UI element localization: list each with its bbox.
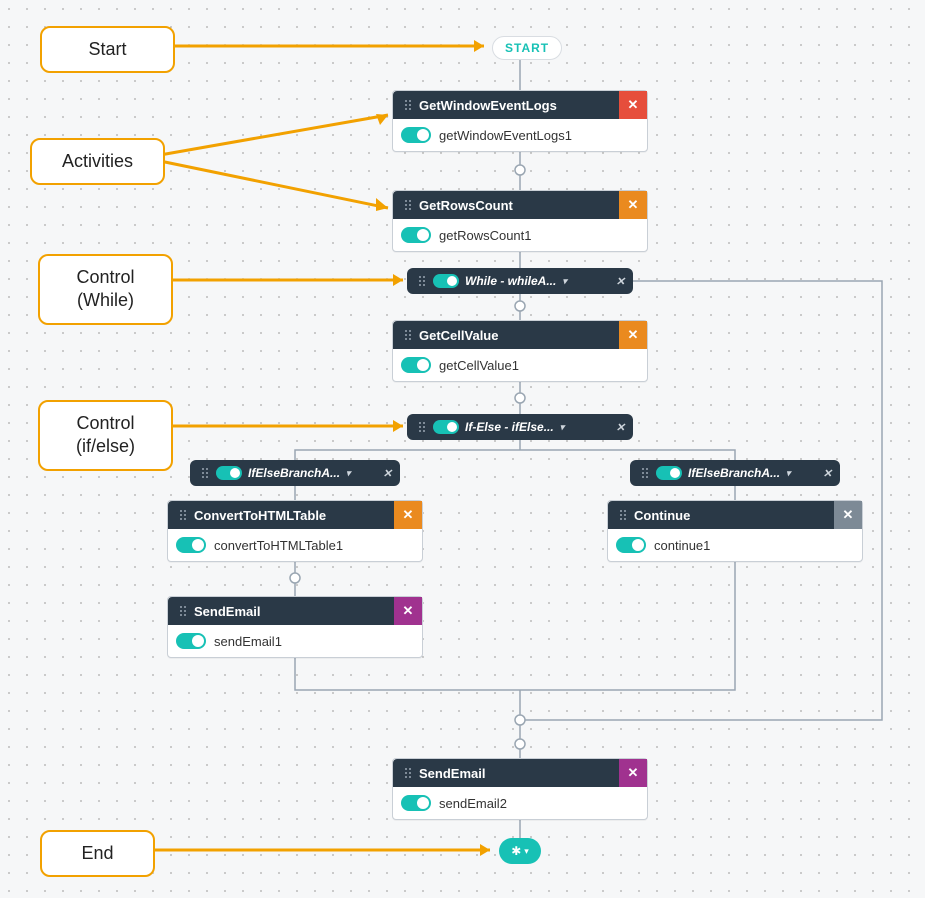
callout-end: End [40,830,155,877]
activity-instance: getWindowEventLogs1 [439,128,572,143]
enable-toggle[interactable] [401,227,431,243]
chevron-down-icon[interactable]: ▾ [346,468,351,479]
control-branch-left[interactable]: IfElseBranchA... ▾ ✕ [190,460,400,486]
callout-activities: Activities [30,138,165,185]
control-label: IfElseBranchA... [248,466,340,480]
enable-toggle[interactable] [433,274,459,288]
settings-icon[interactable]: ✕ [619,759,647,787]
activity-sendemail-2[interactable]: SendEmail ✕ sendEmail2 [392,758,648,820]
activity-title: Continue [628,508,834,523]
drag-handle-icon[interactable] [399,768,413,778]
control-branch-right[interactable]: IfElseBranchA... ▾ ✕ [630,460,840,486]
start-node[interactable]: START [492,36,562,60]
activity-instance: getRowsCount1 [439,228,532,243]
activity-continue[interactable]: Continue ✕ continue1 [607,500,863,562]
drag-handle-icon[interactable] [174,606,188,616]
activity-instance: sendEmail1 [214,634,282,649]
settings-icon[interactable]: ✕ [619,91,647,119]
settings-icon[interactable]: ✕ [616,275,625,288]
activity-title: GetWindowEventLogs [413,98,619,113]
activity-getcellvalue[interactable]: GetCellValue ✕ getCellValue1 [392,320,648,382]
activity-instance: sendEmail2 [439,796,507,811]
settings-icon[interactable]: ✕ [383,467,392,480]
activity-title: SendEmail [413,766,619,781]
settings-icon[interactable]: ✕ [394,501,422,529]
end-icon: ✱ [511,844,521,858]
activity-title: ConvertToHTMLTable [188,508,394,523]
activity-getrowscount[interactable]: GetRowsCount ✕ getRowsCount1 [392,190,648,252]
settings-icon[interactable]: ✕ [834,501,862,529]
drag-handle-icon[interactable] [413,422,427,432]
activity-converthtml[interactable]: ConvertToHTMLTable ✕ convertToHTMLTable1 [167,500,423,562]
control-label: While - whileA... [465,274,556,288]
settings-icon[interactable]: ✕ [394,597,422,625]
activity-title: GetCellValue [413,328,619,343]
drag-handle-icon[interactable] [614,510,628,520]
enable-toggle[interactable] [216,466,242,480]
control-label: IfElseBranchA... [688,466,780,480]
callout-start: Start [40,26,175,73]
activity-instance: getCellValue1 [439,358,519,373]
enable-toggle[interactable] [176,633,206,649]
activity-instance: convertToHTMLTable1 [214,538,343,553]
drag-handle-icon[interactable] [413,276,427,286]
enable-toggle[interactable] [656,466,682,480]
activity-title: GetRowsCount [413,198,619,213]
settings-icon[interactable]: ✕ [823,467,832,480]
drag-handle-icon[interactable] [399,100,413,110]
activity-getwindoweventlogs[interactable]: GetWindowEventLogs ✕ getWindowEventLogs1 [392,90,648,152]
control-ifelse[interactable]: If-Else - ifElse... ▾ ✕ [407,414,633,440]
chevron-down-icon[interactable]: ▾ [786,468,791,479]
enable-toggle[interactable] [433,420,459,434]
activity-sendemail-1[interactable]: SendEmail ✕ sendEmail1 [167,596,423,658]
enable-toggle[interactable] [176,537,206,553]
settings-icon[interactable]: ✕ [616,421,625,434]
chevron-down-icon[interactable]: ▾ [562,276,567,287]
activity-instance: continue1 [654,538,710,553]
enable-toggle[interactable] [401,127,431,143]
enable-toggle[interactable] [616,537,646,553]
activity-title: SendEmail [188,604,394,619]
callout-ifelse: Control (if/else) [38,400,173,471]
settings-icon[interactable]: ✕ [619,321,647,349]
enable-toggle[interactable] [401,795,431,811]
settings-icon[interactable]: ✕ [619,191,647,219]
drag-handle-icon[interactable] [636,468,650,478]
drag-handle-icon[interactable] [196,468,210,478]
chevron-down-icon[interactable]: ▾ [524,846,529,857]
callout-while: Control (While) [38,254,173,325]
control-while[interactable]: While - whileA... ▾ ✕ [407,268,633,294]
control-label: If-Else - ifElse... [465,420,554,434]
chevron-down-icon[interactable]: ▾ [560,422,565,433]
drag-handle-icon[interactable] [174,510,188,520]
drag-handle-icon[interactable] [399,200,413,210]
enable-toggle[interactable] [401,357,431,373]
drag-handle-icon[interactable] [399,330,413,340]
end-node[interactable]: ✱ ▾ [499,838,541,864]
